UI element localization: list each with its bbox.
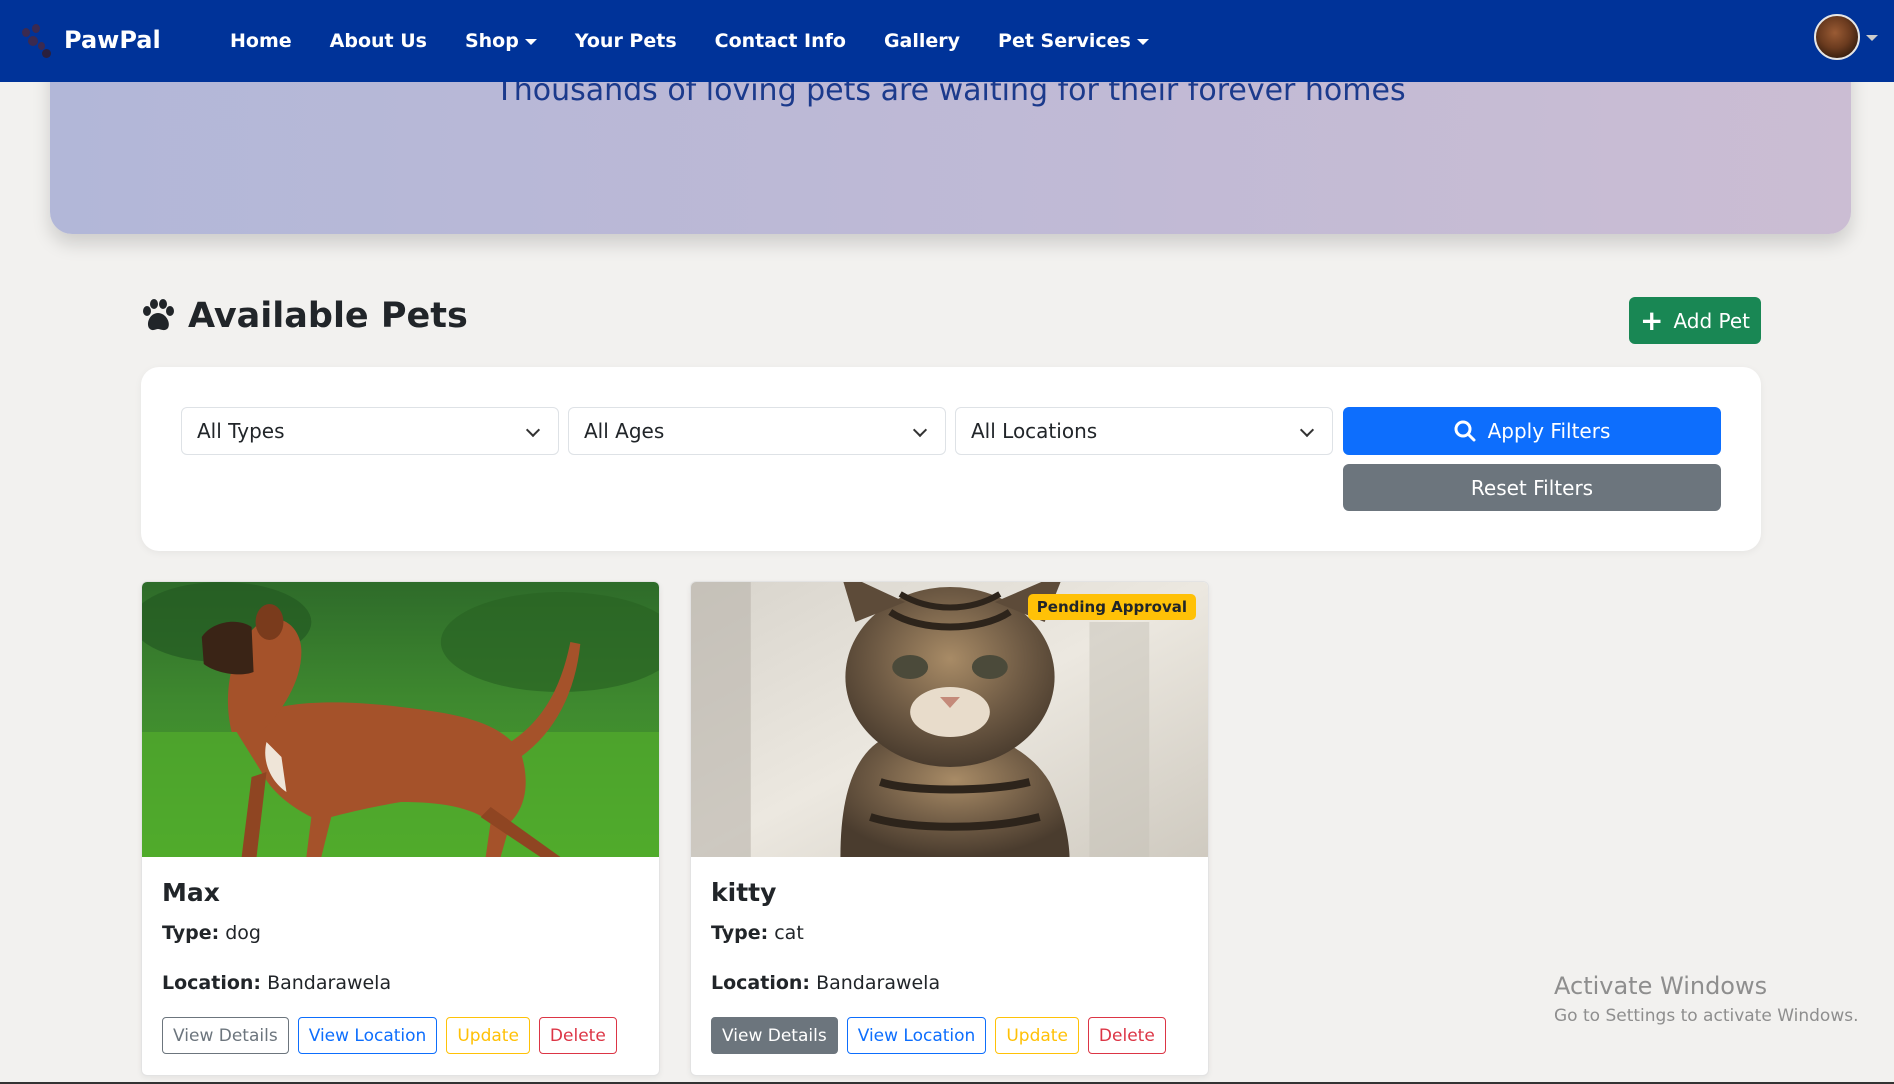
brand-name: PawPal	[64, 26, 161, 54]
view-location-button[interactable]: View Location	[297, 1017, 438, 1054]
chevron-down-icon	[1299, 422, 1315, 438]
nav-contact-info-label: Contact Info	[714, 30, 846, 52]
watermark-subtitle: Go to Settings to activate Windows.	[1554, 1006, 1859, 1026]
section-header: Available Pets	[140, 296, 468, 336]
pet-type-label: Type:	[711, 922, 769, 944]
pet-location-value: Bandarawela	[816, 972, 941, 994]
pet-type-label: Type:	[162, 922, 220, 944]
brand[interactable]: PawPal	[20, 22, 161, 58]
age-select-value: All Ages	[584, 419, 665, 443]
watermark-title: Activate Windows	[1554, 972, 1768, 1000]
type-select-value: All Types	[197, 419, 285, 443]
reset-filters-label: Reset Filters	[1470, 475, 1594, 500]
nav-contact-info[interactable]: Contact Info	[696, 30, 865, 52]
pet-photo-dog	[142, 582, 659, 857]
navbar: PawPal Home About Us Shop Your Pets Cont…	[0, 0, 1894, 82]
pet-location-value: Bandarawela	[267, 972, 392, 994]
plus-icon: +	[1639, 303, 1664, 337]
pet-actions: View Details View Location Update Delete	[711, 1017, 1166, 1054]
pet-photo-cat: Pending Approval	[691, 582, 1208, 857]
nav-home-label: Home	[230, 30, 292, 52]
pet-name: Max	[162, 878, 220, 907]
nav-your-pets-label: Your Pets	[574, 30, 677, 52]
pet-location-label: Location:	[711, 972, 811, 994]
chevron-down-icon	[912, 422, 928, 438]
delete-button[interactable]: Delete	[538, 1017, 617, 1054]
pet-card: Pending Approval kitty Type: cat Locatio…	[690, 581, 1209, 1076]
nav-links: Home About Us Shop Your Pets Contact Inf…	[211, 0, 1168, 82]
reset-filters-button[interactable]: Reset Filters	[1343, 464, 1721, 511]
nav-pet-services-dropdown[interactable]: Pet Services	[979, 30, 1168, 52]
view-details-button[interactable]: View Details	[711, 1017, 838, 1054]
paw-icon	[143, 299, 174, 331]
location-select-value: All Locations	[971, 419, 1098, 443]
caret-down-icon	[524, 39, 537, 45]
pet-card: Max Type: dog Location: Bandarawela View…	[141, 581, 660, 1076]
pet-location-line: Location: Bandarawela	[162, 972, 391, 994]
nav-shop-label: Shop	[464, 30, 519, 52]
activate-windows-watermark: Activate Windows Go to Settings to activ…	[1554, 972, 1859, 1026]
nav-about-us-label: About Us	[329, 30, 427, 52]
view-details-button[interactable]: View Details	[162, 1017, 289, 1054]
pet-location-line: Location: Bandarawela	[711, 972, 940, 994]
search-icon	[1454, 420, 1476, 442]
pet-type-value: cat	[774, 922, 804, 944]
avatar[interactable]	[1814, 14, 1860, 60]
caret-down-icon	[1866, 35, 1878, 41]
add-pet-label: Add Pet	[1673, 308, 1751, 333]
update-button[interactable]: Update	[446, 1017, 530, 1054]
nav-your-pets[interactable]: Your Pets	[556, 30, 696, 52]
add-pet-button[interactable]: + Add Pet	[1629, 297, 1761, 344]
age-select[interactable]: All Ages	[568, 407, 946, 455]
pet-type-line: Type: cat	[711, 922, 804, 944]
view-location-button[interactable]: View Location	[846, 1017, 987, 1054]
apply-filters-button[interactable]: Apply Filters	[1343, 407, 1721, 455]
page-title: Available Pets	[188, 296, 468, 336]
pet-type-line: Type: dog	[162, 922, 261, 944]
nav-gallery-label: Gallery	[883, 30, 961, 52]
pet-actions: View Details View Location Update Delete	[162, 1017, 617, 1054]
caret-down-icon	[1136, 39, 1149, 45]
location-select[interactable]: All Locations	[955, 407, 1333, 455]
pet-name: kitty	[711, 878, 777, 907]
nav-about-us[interactable]: About Us	[311, 30, 446, 52]
update-button[interactable]: Update	[995, 1017, 1079, 1054]
nav-shop-dropdown[interactable]: Shop	[446, 30, 556, 52]
user-menu[interactable]	[1814, 14, 1878, 60]
status-badge: Pending Approval	[1027, 594, 1196, 620]
pet-location-label: Location:	[162, 972, 262, 994]
apply-filters-label: Apply Filters	[1487, 419, 1611, 443]
paw-logo-icon	[20, 22, 52, 58]
chevron-down-icon	[525, 422, 541, 438]
nav-home[interactable]: Home	[211, 30, 311, 52]
type-select[interactable]: All Types	[181, 407, 559, 455]
nav-pet-services-label: Pet Services	[998, 30, 1131, 52]
delete-button[interactable]: Delete	[1087, 1017, 1166, 1054]
nav-gallery[interactable]: Gallery	[865, 30, 979, 52]
filter-card: All Types All Ages All Locations Apply F…	[141, 367, 1761, 551]
pet-type-value: dog	[225, 922, 261, 944]
